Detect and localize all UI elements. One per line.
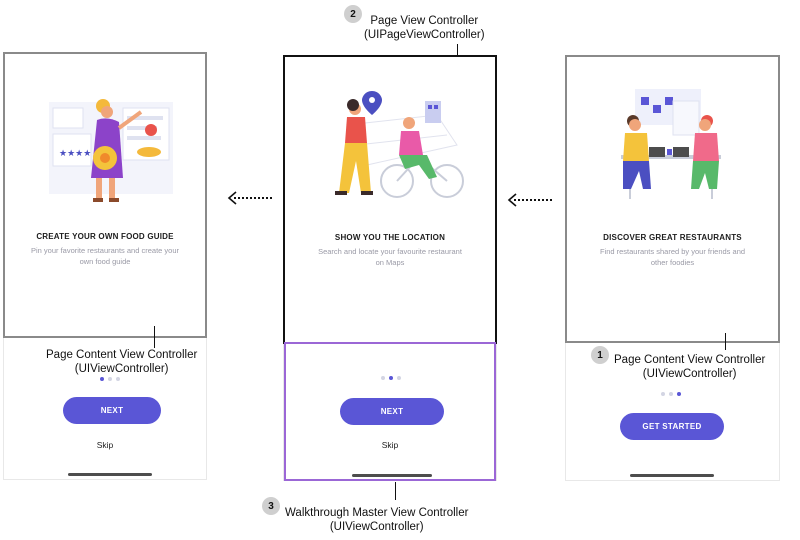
callout-leader-line xyxy=(725,333,726,350)
callout-line-2: (UIPageViewController) xyxy=(364,29,485,41)
callout-line-2: (UIViewController) xyxy=(329,521,424,533)
description-line-2: on Maps xyxy=(375,258,405,267)
svg-text:★★★★: ★★★★ xyxy=(59,149,91,159)
home-indicator xyxy=(68,473,152,476)
callout-label: Page Content View Controller (UIViewCont… xyxy=(46,348,197,376)
page-dot-1[interactable] xyxy=(100,377,104,381)
page-dot-1[interactable] xyxy=(661,392,665,396)
callout-leader-line xyxy=(457,44,458,57)
food-guide-illustration: ★★★★ xyxy=(49,99,173,202)
callout-line-1: Page Content View Controller xyxy=(46,349,198,361)
page-dot-2[interactable] xyxy=(669,392,673,396)
walkthrough-master-frame xyxy=(284,342,496,481)
page-dot-2[interactable] xyxy=(108,377,112,381)
callout-line-2: (UIViewController) xyxy=(642,368,737,380)
callout-badge: 3 xyxy=(262,497,280,515)
callout-line-1: Page Content View Controller xyxy=(614,354,766,366)
restaurants-illustration xyxy=(621,89,721,199)
callout-label: Page Content View Controller (UIViewCont… xyxy=(614,353,765,381)
page-indicator xyxy=(100,377,120,381)
page-description: Find restaurants shared by your friends … xyxy=(583,246,763,268)
description-line-1: Search and locate your favourite restaur… xyxy=(318,247,462,256)
description-line-2: own food guide xyxy=(79,257,131,266)
page-description: Search and locate your favourite restaur… xyxy=(300,246,480,268)
page-indicator xyxy=(661,392,681,396)
callout-line-1: Walkthrough Master View Controller xyxy=(285,507,469,519)
description-line-1: Find restaurants shared by your friends … xyxy=(599,247,746,256)
skip-button[interactable]: Skip xyxy=(4,440,206,450)
arrow-left-icon xyxy=(227,191,274,205)
right-page-content-frame: DISCOVER GREAT RESTAURANTS Find restaura… xyxy=(565,55,780,343)
callout-badge: 2 xyxy=(344,5,362,23)
description-line-1: Pin your favorite restaurants and create… xyxy=(31,246,179,255)
page-description: Pin your favorite restaurants and create… xyxy=(15,245,195,267)
page-view-controller-frame: SHOW YOU THE LOCATION Search and locate … xyxy=(283,55,497,344)
description-line-2: other foodies xyxy=(650,258,695,267)
callout-leader-line xyxy=(154,326,155,348)
callout-badge: 1 xyxy=(591,346,609,364)
page-dot-3[interactable] xyxy=(116,377,120,381)
callout-label: Walkthrough Master View Controller (UIVi… xyxy=(285,506,468,534)
left-page-content-frame: ★★★★ CREATE YOUR OWN FOOD GUIDE Pin your… xyxy=(3,52,207,338)
location-illustration xyxy=(335,91,464,198)
get-started-button[interactable]: GET STARTED xyxy=(620,413,724,440)
page-title: SHOW YOU THE LOCATION xyxy=(334,233,446,242)
callout-line-1: Page View Controller xyxy=(370,15,479,27)
callout-leader-line xyxy=(395,482,396,500)
page-title: CREATE YOUR OWN FOOD GUIDE xyxy=(36,232,174,241)
callout-line-2: (UIViewController) xyxy=(74,363,169,375)
page-title: DISCOVER GREAT RESTAURANTS xyxy=(603,233,742,242)
home-indicator xyxy=(630,474,714,477)
arrow-left-icon xyxy=(507,193,554,207)
next-button[interactable]: NEXT xyxy=(63,397,161,424)
callout-label: Page View Controller (UIPageViewControll… xyxy=(364,14,485,42)
page-dot-3[interactable] xyxy=(677,392,681,396)
